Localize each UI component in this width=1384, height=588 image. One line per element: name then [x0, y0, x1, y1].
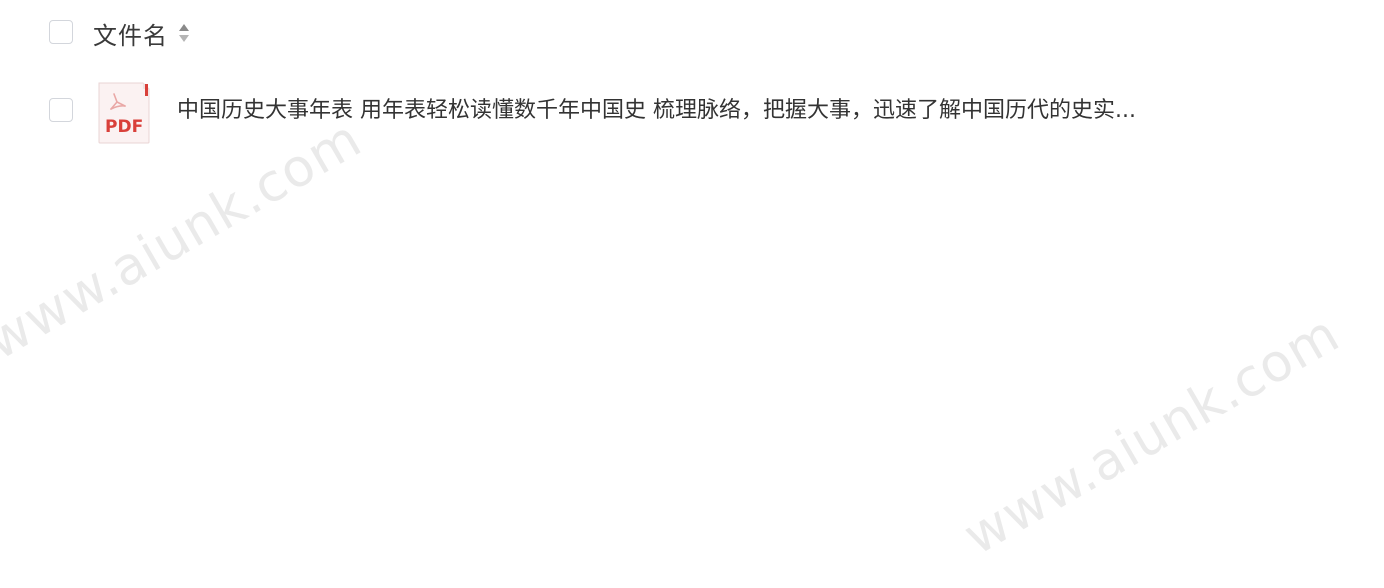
file-list-page: 文件名 PDF 中国历史大事年表 用年表轻松读懂数千年中国史 梳理脉络，把握大事…: [0, 0, 1384, 588]
column-header-label: 文件名: [93, 21, 168, 50]
pdf-file-icon: PDF: [97, 82, 151, 144]
row-checkbox[interactable]: [49, 98, 73, 122]
table-header: 文件名: [0, 0, 1384, 66]
select-all-checkbox[interactable]: [49, 20, 73, 44]
column-header-filename[interactable]: 文件名: [93, 16, 191, 50]
watermark-text: www.aiunk.com: [0, 108, 372, 372]
table-row[interactable]: PDF 中国历史大事年表 用年表轻松读懂数千年中国史 梳理脉络，把握大事，迅速了…: [0, 76, 1384, 148]
pdf-icon-label: PDF: [105, 117, 143, 137]
watermark-text: www.aiunk.com: [954, 303, 1350, 567]
file-name-link[interactable]: 中国历史大事年表 用年表轻松读懂数千年中国史 梳理脉络，把握大事，迅速了解中国历…: [177, 96, 1227, 126]
sort-icon[interactable]: [177, 20, 191, 46]
